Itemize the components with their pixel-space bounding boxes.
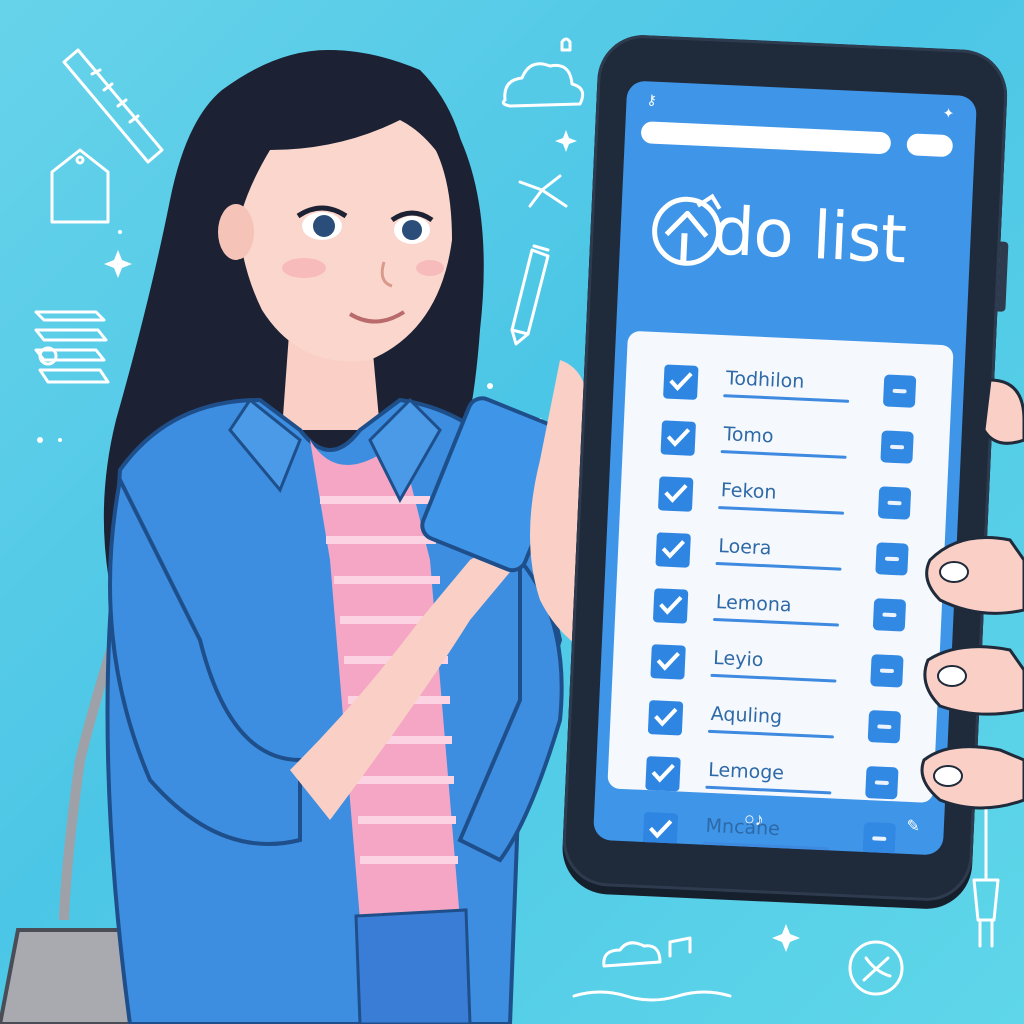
remove-task-button[interactable]	[882, 374, 917, 408]
task-checkbox[interactable]	[647, 700, 684, 736]
todo-list: Todhilon Tomo Fekon Loera Lemona Leyio A…	[607, 330, 954, 856]
task-label: Leyio	[712, 646, 764, 672]
bag-strap-front	[59, 437, 195, 921]
sparkle-icon: ✦	[942, 104, 955, 122]
jacket	[105, 397, 563, 1024]
remove-task-button[interactable]	[872, 598, 907, 632]
app-title: do list	[710, 192, 908, 279]
phone-screen: ⚷ ✦ do list Todhilon Tomo Fekon Loera Le…	[592, 80, 978, 856]
task-underline	[720, 450, 847, 459]
task-underline	[712, 617, 839, 627]
task-label: Todhilon	[725, 367, 805, 393]
jeans	[354, 908, 472, 1024]
remove-task-button[interactable]	[880, 430, 914, 464]
shoulder-bag	[0, 928, 233, 1024]
jacket-collar-right	[368, 397, 442, 504]
striped-shirt	[310, 440, 460, 920]
wind-doodle	[518, 174, 568, 208]
ear	[218, 204, 254, 260]
neck	[282, 320, 380, 430]
hair-bangs	[219, 50, 470, 241]
checkmark-icon	[659, 596, 683, 615]
task-underline	[710, 673, 837, 683]
task-checkbox[interactable]	[655, 532, 691, 568]
checkmark-icon	[651, 763, 675, 783]
task-underline	[718, 506, 845, 515]
task-checkbox[interactable]	[663, 364, 699, 400]
phone-side-button	[997, 241, 1009, 312]
task-label: Lemoge	[707, 758, 785, 785]
checkmark-icon	[661, 540, 686, 559]
left-arm	[108, 473, 302, 846]
checkmark-icon	[654, 707, 678, 727]
ruler-doodle	[62, 48, 164, 164]
task-label: Tomo	[722, 423, 775, 448]
task-label: Aquling	[710, 702, 783, 729]
remove-task-button[interactable]	[875, 542, 909, 576]
task-label: Lemona	[715, 591, 793, 617]
hair-back	[103, 50, 484, 660]
plug-doodle	[972, 798, 1000, 948]
task-underline	[702, 841, 829, 851]
status-bar: ⚷ ✦	[626, 90, 977, 126]
checkmark-icon	[666, 428, 691, 447]
task-underline	[705, 785, 832, 795]
task-checkbox[interactable]	[652, 588, 689, 624]
pencil-doodle	[510, 244, 550, 346]
task-checkbox[interactable]	[650, 644, 686, 680]
bag-strap	[154, 438, 250, 1001]
tag-doodle	[50, 148, 110, 224]
remove-task-button[interactable]	[867, 710, 902, 744]
task-underline	[707, 729, 834, 739]
task-checkbox[interactable]	[657, 476, 694, 512]
smile	[348, 310, 406, 324]
search-music-icon[interactable]: ○♪	[744, 809, 765, 831]
checkmark-icon	[669, 372, 693, 391]
illustration-scene: ⚷ ✦ do list Todhilon Tomo Fekon Loera Le…	[0, 0, 1024, 1024]
remove-task-button[interactable]	[865, 766, 899, 800]
bottom-cloud-doodle	[572, 936, 732, 1002]
search-input[interactable]	[640, 121, 892, 155]
cloud-doodle	[501, 37, 585, 108]
task-underline	[723, 394, 850, 403]
remove-task-button[interactable]	[877, 486, 912, 520]
task-checkbox[interactable]	[645, 756, 681, 792]
edit-icon[interactable]: ✎	[906, 816, 920, 837]
search-button[interactable]	[906, 133, 954, 158]
jacket-collar	[228, 397, 302, 493]
task-checkbox[interactable]	[660, 420, 696, 456]
task-label: Loera	[717, 535, 772, 560]
checkmark-icon	[664, 484, 688, 503]
left-forearm-hand	[290, 550, 520, 820]
left-eye	[302, 212, 342, 240]
smartphone: ⚷ ✦ do list Todhilon Tomo Fekon Loera Le…	[560, 33, 1010, 903]
handheld-phone	[420, 396, 575, 573]
chat-bubble-doodle	[848, 940, 904, 996]
right-arm	[457, 554, 564, 863]
remove-task-button[interactable]	[870, 654, 904, 688]
books-doodle	[34, 310, 110, 384]
checkmark-icon	[656, 651, 680, 671]
task-label: Fekon	[720, 479, 777, 504]
key-icon: ⚷	[646, 91, 658, 108]
right-eye	[394, 216, 430, 244]
task-underline	[715, 561, 842, 571]
face	[235, 105, 452, 362]
